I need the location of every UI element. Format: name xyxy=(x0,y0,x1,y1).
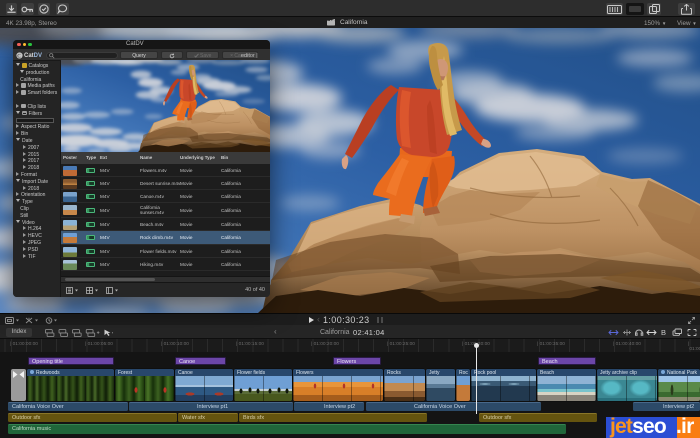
svg-text:B: B xyxy=(661,328,666,337)
